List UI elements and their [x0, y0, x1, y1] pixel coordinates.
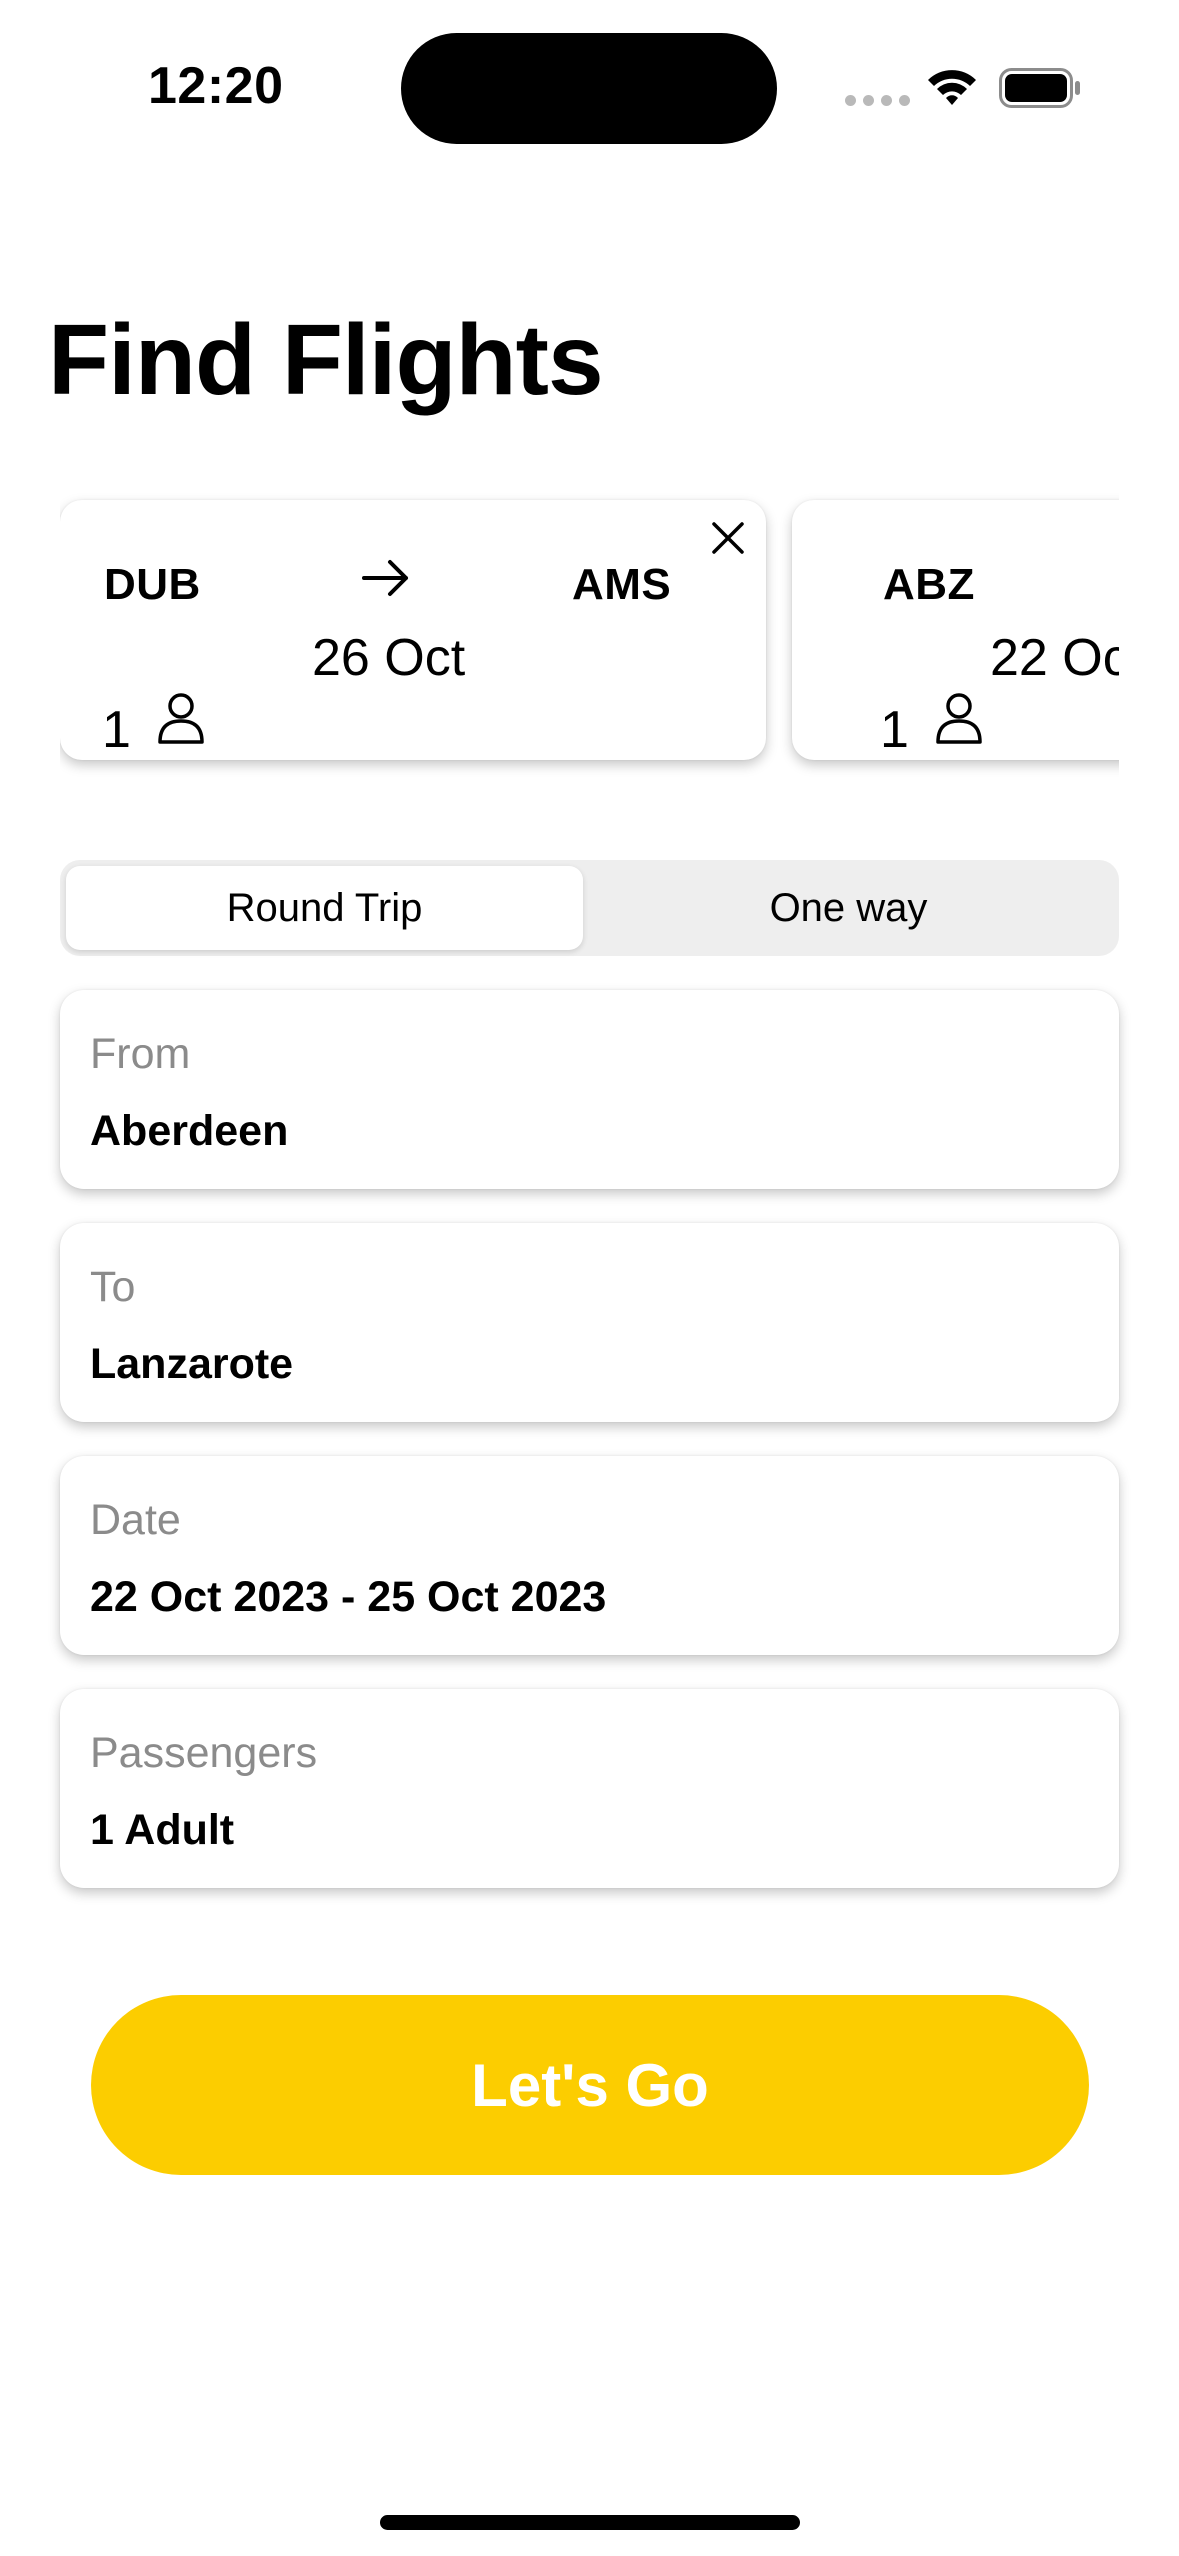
date-field[interactable]: Date 22 Oct 2023 - 25 Oct 2023: [60, 1456, 1119, 1655]
cellular-signal-icon: [845, 95, 910, 106]
wifi-icon: [928, 70, 976, 105]
segment-one-way[interactable]: One way: [590, 866, 1107, 950]
recent-search-card[interactable]: DUB AMS 26 Oct 1: [60, 500, 766, 760]
to-field[interactable]: To Lanzarote: [60, 1223, 1119, 1422]
trip-type-segmented-control: Round Trip One way: [60, 860, 1119, 956]
date-label: Date: [90, 1496, 181, 1544]
page-title: Find Flights: [48, 304, 604, 416]
from-value: Aberdeen: [90, 1107, 289, 1155]
destination-code: AMS: [572, 560, 672, 609]
from-field[interactable]: From Aberdeen: [60, 990, 1119, 1189]
close-icon[interactable]: [706, 516, 750, 560]
date-value: 22 Oct 2023 - 25 Oct 2023: [90, 1573, 607, 1621]
origin-code: DUB: [104, 560, 201, 609]
passengers-field[interactable]: Passengers 1 Adult: [60, 1689, 1119, 1888]
recent-search-date: 26 Oct: [312, 629, 466, 687]
dynamic-island: [401, 33, 777, 144]
from-label: From: [90, 1030, 191, 1078]
origin-code: ABZ: [883, 560, 975, 609]
recent-searches-carousel[interactable]: DUB AMS 26 Oct 1 ABZ 22 Oc 1: [60, 480, 1119, 810]
passenger-count: 1: [880, 701, 909, 759]
status-time: 12:20: [148, 57, 284, 115]
home-indicator[interactable]: [380, 2515, 800, 2530]
person-icon: [936, 693, 982, 744]
passengers-value: 1 Adult: [90, 1806, 235, 1854]
person-icon: [158, 693, 204, 744]
passenger-count: 1: [102, 701, 131, 759]
segment-round-trip[interactable]: Round Trip: [66, 866, 583, 950]
passengers-label: Passengers: [90, 1729, 318, 1777]
battery-icon: [999, 68, 1080, 108]
to-label: To: [90, 1263, 136, 1311]
recent-search-card[interactable]: ABZ 22 Oc 1: [792, 500, 1119, 760]
lets-go-button[interactable]: Let's Go: [91, 1995, 1089, 2175]
recent-search-date: 22 Oc: [990, 629, 1119, 687]
arrow-right-icon: [362, 560, 408, 596]
to-value: Lanzarote: [90, 1340, 294, 1388]
